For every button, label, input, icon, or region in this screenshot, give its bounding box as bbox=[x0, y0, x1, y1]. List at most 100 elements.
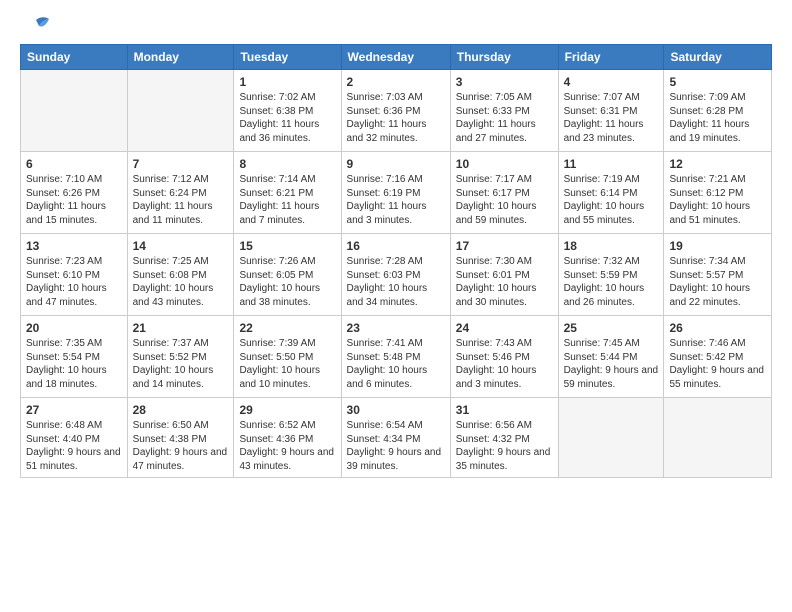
day-header-wednesday: Wednesday bbox=[341, 45, 450, 70]
day-info: Sunrise: 7:35 AM Sunset: 5:54 PM Dayligh… bbox=[26, 337, 122, 391]
day-number: 6 bbox=[26, 156, 122, 172]
logo-line1 bbox=[20, 16, 49, 38]
day-info: Sunrise: 7:25 AM Sunset: 6:08 PM Dayligh… bbox=[133, 255, 229, 309]
calendar-cell bbox=[664, 398, 772, 478]
day-number: 17 bbox=[456, 238, 553, 254]
day-number: 24 bbox=[456, 320, 553, 336]
day-info: Sunrise: 7:19 AM Sunset: 6:14 PM Dayligh… bbox=[564, 173, 659, 227]
calendar-cell: 5Sunrise: 7:09 AM Sunset: 6:28 PM Daylig… bbox=[664, 70, 772, 152]
day-info: Sunrise: 7:41 AM Sunset: 5:48 PM Dayligh… bbox=[347, 337, 445, 391]
day-info: Sunrise: 7:12 AM Sunset: 6:24 PM Dayligh… bbox=[133, 173, 229, 227]
day-info: Sunrise: 7:16 AM Sunset: 6:19 PM Dayligh… bbox=[347, 173, 445, 227]
day-info: Sunrise: 7:21 AM Sunset: 6:12 PM Dayligh… bbox=[669, 173, 766, 227]
calendar-cell: 13Sunrise: 7:23 AM Sunset: 6:10 PM Dayli… bbox=[21, 234, 128, 316]
day-number: 2 bbox=[347, 74, 445, 90]
day-number: 4 bbox=[564, 74, 659, 90]
day-info: Sunrise: 7:45 AM Sunset: 5:44 PM Dayligh… bbox=[564, 337, 659, 391]
day-info: Sunrise: 7:07 AM Sunset: 6:31 PM Dayligh… bbox=[564, 91, 659, 145]
calendar-cell: 9Sunrise: 7:16 AM Sunset: 6:19 PM Daylig… bbox=[341, 152, 450, 234]
day-header-friday: Friday bbox=[558, 45, 664, 70]
day-number: 16 bbox=[347, 238, 445, 254]
day-number: 13 bbox=[26, 238, 122, 254]
calendar-cell: 28Sunrise: 6:50 AM Sunset: 4:38 PM Dayli… bbox=[127, 398, 234, 478]
day-number: 9 bbox=[347, 156, 445, 172]
calendar-cell: 18Sunrise: 7:32 AM Sunset: 5:59 PM Dayli… bbox=[558, 234, 664, 316]
day-number: 28 bbox=[133, 402, 229, 418]
day-number: 7 bbox=[133, 156, 229, 172]
day-number: 27 bbox=[26, 402, 122, 418]
day-header-monday: Monday bbox=[127, 45, 234, 70]
day-number: 22 bbox=[239, 320, 335, 336]
day-number: 8 bbox=[239, 156, 335, 172]
day-info: Sunrise: 6:48 AM Sunset: 4:40 PM Dayligh… bbox=[26, 419, 122, 473]
day-info: Sunrise: 6:56 AM Sunset: 4:32 PM Dayligh… bbox=[456, 419, 553, 473]
day-number: 26 bbox=[669, 320, 766, 336]
day-header-tuesday: Tuesday bbox=[234, 45, 341, 70]
logo-bird-icon bbox=[23, 16, 49, 38]
calendar-cell: 8Sunrise: 7:14 AM Sunset: 6:21 PM Daylig… bbox=[234, 152, 341, 234]
calendar-cell bbox=[558, 398, 664, 478]
day-number: 23 bbox=[347, 320, 445, 336]
calendar-cell: 25Sunrise: 7:45 AM Sunset: 5:44 PM Dayli… bbox=[558, 316, 664, 398]
day-number: 30 bbox=[347, 402, 445, 418]
week-row-2: 6Sunrise: 7:10 AM Sunset: 6:26 PM Daylig… bbox=[21, 152, 772, 234]
calendar-cell: 4Sunrise: 7:07 AM Sunset: 6:31 PM Daylig… bbox=[558, 70, 664, 152]
day-info: Sunrise: 7:34 AM Sunset: 5:57 PM Dayligh… bbox=[669, 255, 766, 309]
day-number: 20 bbox=[26, 320, 122, 336]
calendar-cell bbox=[21, 70, 128, 152]
calendar-cell: 29Sunrise: 6:52 AM Sunset: 4:36 PM Dayli… bbox=[234, 398, 341, 478]
calendar-cell: 24Sunrise: 7:43 AM Sunset: 5:46 PM Dayli… bbox=[450, 316, 558, 398]
day-info: Sunrise: 7:14 AM Sunset: 6:21 PM Dayligh… bbox=[239, 173, 335, 227]
day-info: Sunrise: 7:46 AM Sunset: 5:42 PM Dayligh… bbox=[669, 337, 766, 391]
day-info: Sunrise: 7:02 AM Sunset: 6:38 PM Dayligh… bbox=[239, 91, 335, 145]
logo bbox=[20, 16, 49, 36]
day-number: 29 bbox=[239, 402, 335, 418]
day-number: 5 bbox=[669, 74, 766, 90]
calendar-cell: 3Sunrise: 7:05 AM Sunset: 6:33 PM Daylig… bbox=[450, 70, 558, 152]
calendar-cell: 16Sunrise: 7:28 AM Sunset: 6:03 PM Dayli… bbox=[341, 234, 450, 316]
day-info: Sunrise: 7:05 AM Sunset: 6:33 PM Dayligh… bbox=[456, 91, 553, 145]
calendar-cell: 17Sunrise: 7:30 AM Sunset: 6:01 PM Dayli… bbox=[450, 234, 558, 316]
calendar-cell: 31Sunrise: 6:56 AM Sunset: 4:32 PM Dayli… bbox=[450, 398, 558, 478]
day-number: 18 bbox=[564, 238, 659, 254]
week-row-3: 13Sunrise: 7:23 AM Sunset: 6:10 PM Dayli… bbox=[21, 234, 772, 316]
calendar-cell bbox=[127, 70, 234, 152]
calendar-cell: 22Sunrise: 7:39 AM Sunset: 5:50 PM Dayli… bbox=[234, 316, 341, 398]
day-info: Sunrise: 7:17 AM Sunset: 6:17 PM Dayligh… bbox=[456, 173, 553, 227]
day-info: Sunrise: 7:26 AM Sunset: 6:05 PM Dayligh… bbox=[239, 255, 335, 309]
day-header-saturday: Saturday bbox=[664, 45, 772, 70]
day-number: 10 bbox=[456, 156, 553, 172]
day-number: 1 bbox=[239, 74, 335, 90]
calendar-cell: 20Sunrise: 7:35 AM Sunset: 5:54 PM Dayli… bbox=[21, 316, 128, 398]
day-info: Sunrise: 6:52 AM Sunset: 4:36 PM Dayligh… bbox=[239, 419, 335, 473]
week-row-4: 20Sunrise: 7:35 AM Sunset: 5:54 PM Dayli… bbox=[21, 316, 772, 398]
week-row-1: 1Sunrise: 7:02 AM Sunset: 6:38 PM Daylig… bbox=[21, 70, 772, 152]
day-number: 11 bbox=[564, 156, 659, 172]
day-info: Sunrise: 6:54 AM Sunset: 4:34 PM Dayligh… bbox=[347, 419, 445, 473]
day-number: 25 bbox=[564, 320, 659, 336]
day-info: Sunrise: 7:23 AM Sunset: 6:10 PM Dayligh… bbox=[26, 255, 122, 309]
calendar: SundayMondayTuesdayWednesdayThursdayFrid… bbox=[20, 44, 772, 478]
week-row-5: 27Sunrise: 6:48 AM Sunset: 4:40 PM Dayli… bbox=[21, 398, 772, 478]
day-info: Sunrise: 7:03 AM Sunset: 6:36 PM Dayligh… bbox=[347, 91, 445, 145]
day-info: Sunrise: 7:10 AM Sunset: 6:26 PM Dayligh… bbox=[26, 173, 122, 227]
calendar-cell: 2Sunrise: 7:03 AM Sunset: 6:36 PM Daylig… bbox=[341, 70, 450, 152]
calendar-cell: 30Sunrise: 6:54 AM Sunset: 4:34 PM Dayli… bbox=[341, 398, 450, 478]
day-info: Sunrise: 7:37 AM Sunset: 5:52 PM Dayligh… bbox=[133, 337, 229, 391]
calendar-cell: 15Sunrise: 7:26 AM Sunset: 6:05 PM Dayli… bbox=[234, 234, 341, 316]
day-number: 19 bbox=[669, 238, 766, 254]
day-info: Sunrise: 7:09 AM Sunset: 6:28 PM Dayligh… bbox=[669, 91, 766, 145]
calendar-cell: 7Sunrise: 7:12 AM Sunset: 6:24 PM Daylig… bbox=[127, 152, 234, 234]
calendar-cell: 10Sunrise: 7:17 AM Sunset: 6:17 PM Dayli… bbox=[450, 152, 558, 234]
day-number: 3 bbox=[456, 74, 553, 90]
calendar-cell: 14Sunrise: 7:25 AM Sunset: 6:08 PM Dayli… bbox=[127, 234, 234, 316]
calendar-cell: 6Sunrise: 7:10 AM Sunset: 6:26 PM Daylig… bbox=[21, 152, 128, 234]
day-number: 31 bbox=[456, 402, 553, 418]
calendar-cell: 1Sunrise: 7:02 AM Sunset: 6:38 PM Daylig… bbox=[234, 70, 341, 152]
page: SundayMondayTuesdayWednesdayThursdayFrid… bbox=[0, 0, 792, 488]
day-info: Sunrise: 6:50 AM Sunset: 4:38 PM Dayligh… bbox=[133, 419, 229, 473]
day-info: Sunrise: 7:28 AM Sunset: 6:03 PM Dayligh… bbox=[347, 255, 445, 309]
calendar-cell: 21Sunrise: 7:37 AM Sunset: 5:52 PM Dayli… bbox=[127, 316, 234, 398]
calendar-cell: 26Sunrise: 7:46 AM Sunset: 5:42 PM Dayli… bbox=[664, 316, 772, 398]
calendar-cell: 23Sunrise: 7:41 AM Sunset: 5:48 PM Dayli… bbox=[341, 316, 450, 398]
